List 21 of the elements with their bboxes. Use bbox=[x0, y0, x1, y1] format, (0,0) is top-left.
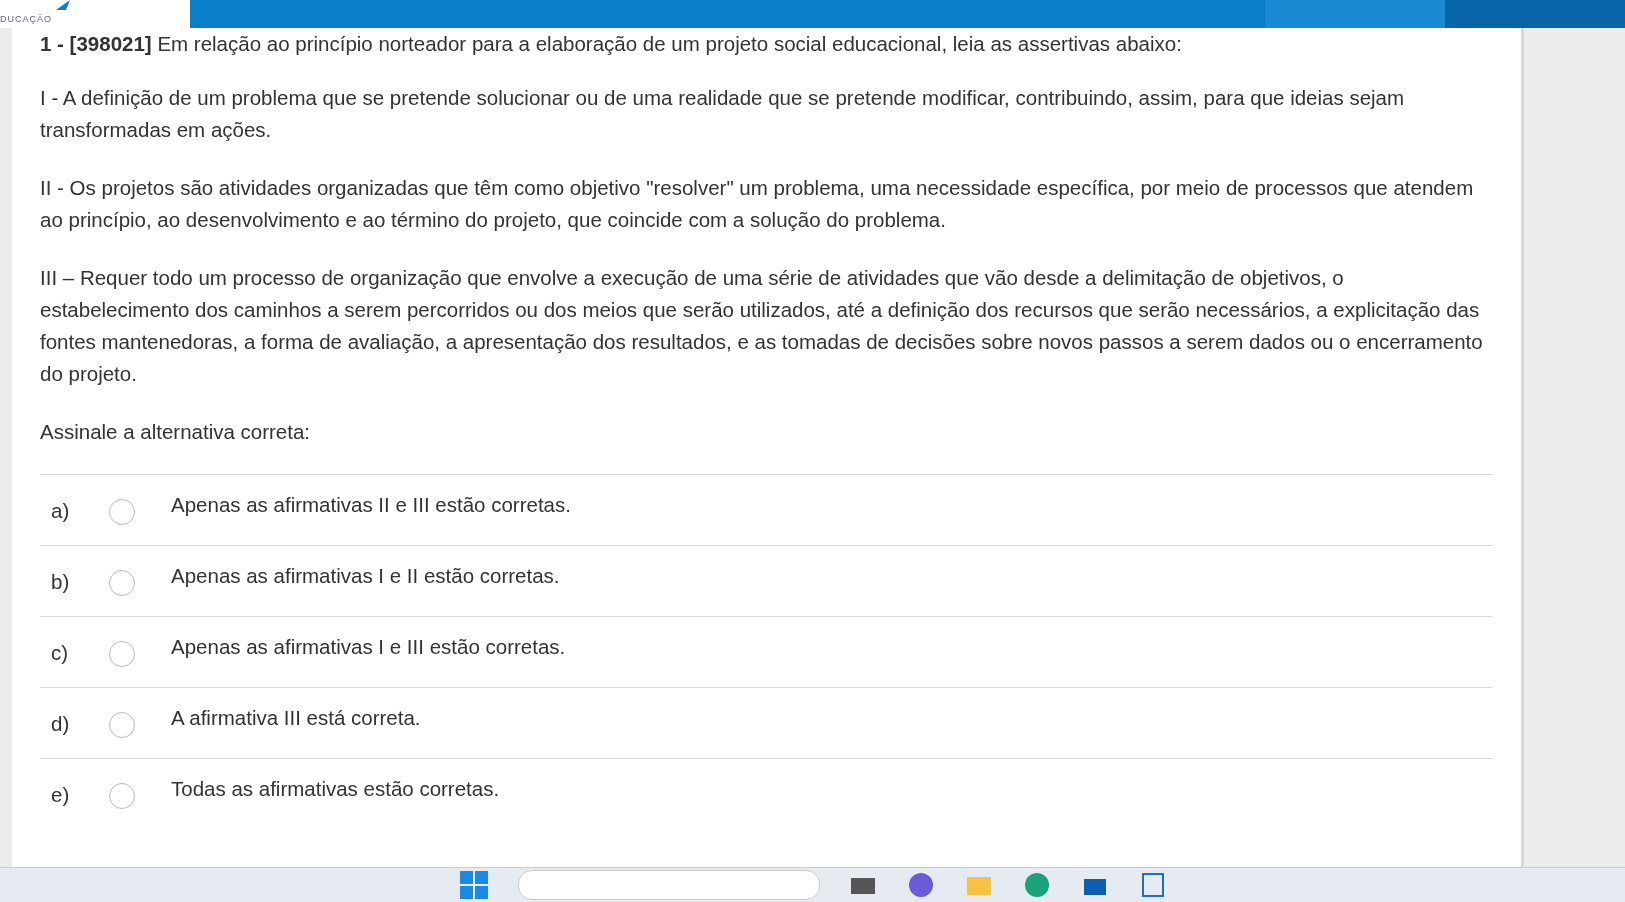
option-text: Todas as afirmativas estão corretas. bbox=[171, 776, 501, 802]
option-letter: e) bbox=[50, 782, 71, 808]
option-letter: a) bbox=[50, 498, 71, 524]
option-letter: b) bbox=[50, 569, 71, 595]
option-letter: d) bbox=[50, 711, 71, 737]
option-text: A afirmativa III está correta. bbox=[171, 705, 422, 731]
option-text: Apenas as afirmativas I e III estão corretas. bbox=[171, 634, 567, 660]
top-menu-button[interactable] bbox=[1445, 0, 1625, 28]
question-text: 1 - [398021] Em relação ao princípio norteador para a elaboração de um projeto social educacional, leia as assertivas abaixo: bbox=[40, 31, 1183, 57]
statement-text: II - Os projetos são atividades organizadas que têm como objetivo "resolver" um problema, uma necessidade específica, por meio de processos que atendem ao princípio, ao desenvolvimento e ao término do projeto, que coincide com a solução do problema. bbox=[40, 175, 1475, 233]
taskbar-search-field[interactable] bbox=[517, 870, 820, 900]
instruction-text: Assinale a alternativa correta: bbox=[40, 419, 312, 445]
option-text: Apenas as afirmativas I e II estão corretas. bbox=[171, 563, 561, 589]
option-letter: c) bbox=[50, 640, 70, 666]
logo-mark-icon bbox=[56, 0, 70, 10]
logo-text: DUCAÇÃO bbox=[0, 14, 52, 24]
option-text: Apenas as afirmativas II e III estão corretas. bbox=[171, 492, 572, 518]
top-menu-button[interactable] bbox=[1265, 0, 1445, 28]
windows-logo-icon[interactable] bbox=[457, 869, 490, 901]
statement-text: I - A definição de um problema que se pretende solucionar ou de uma realidade que se pretende modificar, contribuindo, assim, para que ideias sejam transformadas em ações. bbox=[40, 85, 1406, 143]
statement-text: III – Requer todo um processo de organização que envolve a execução de uma série de atividades que vão desde a delimitação de objetivos, o estabelecimento dos caminhos a serem percorridos ou dos meios que serão utilizados, até a definição dos recursos que serão necessários, a explicitação das fontes mantenedoras, a forma de avaliação, a apresentação dos resultados, e as tomadas de decisões sobre novos passos a serem dados ou o encerramento do projeto. bbox=[40, 265, 1484, 387]
